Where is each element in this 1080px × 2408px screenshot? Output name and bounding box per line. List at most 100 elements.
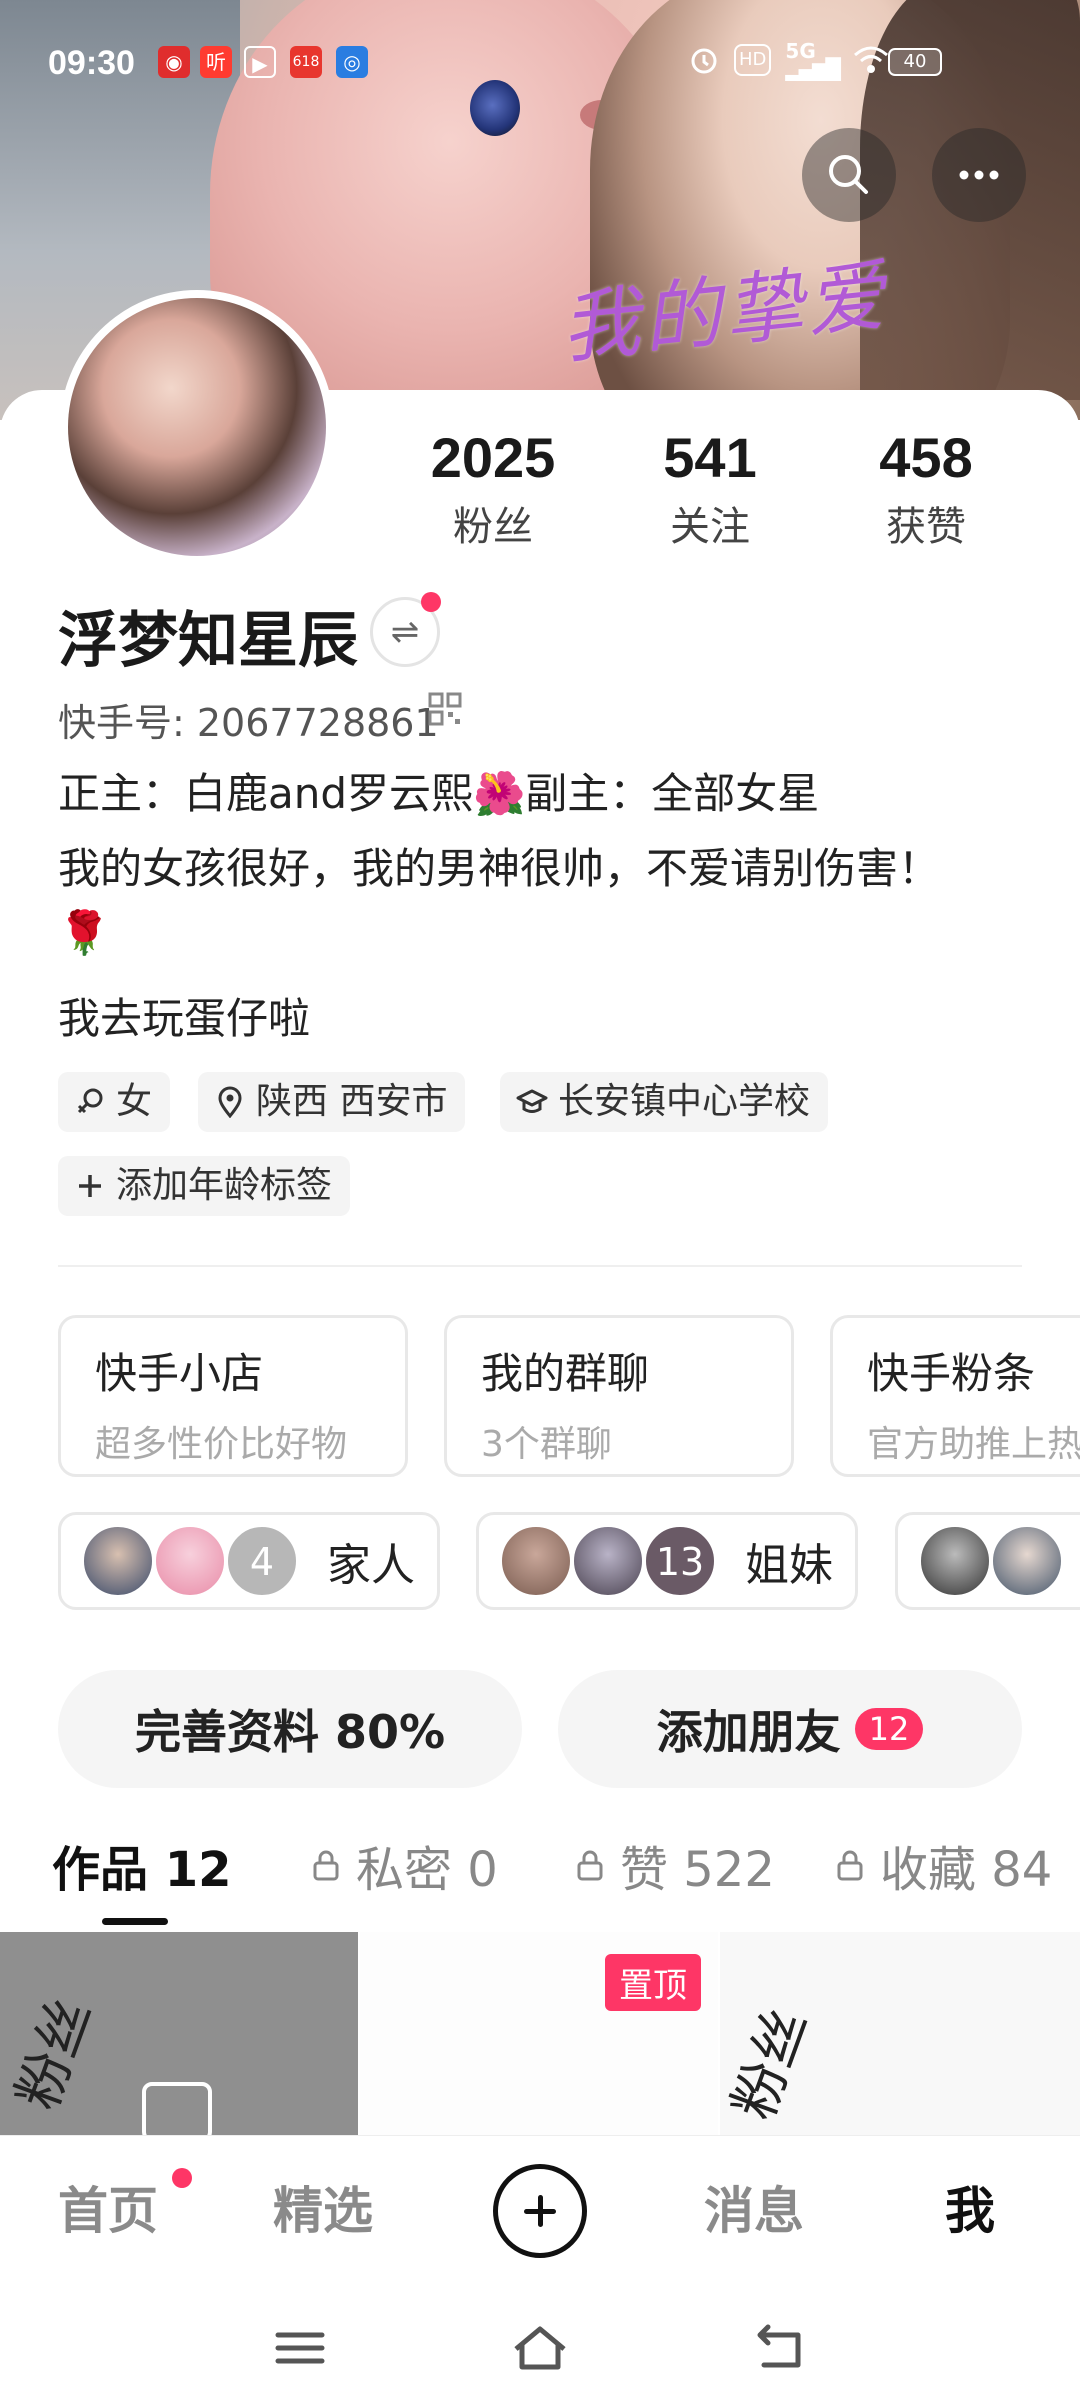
lock-icon bbox=[837, 1850, 863, 1881]
switch-notification-dot bbox=[421, 592, 441, 612]
tag-location[interactable]: 陕西 西安市 bbox=[198, 1072, 466, 1132]
tag-gender[interactable]: 女 bbox=[58, 1072, 171, 1132]
add-age-tag-label: 添加年龄标签 bbox=[116, 1165, 333, 1206]
add-friend-badge: 12 bbox=[854, 1708, 924, 1750]
member-avatar bbox=[990, 1524, 1064, 1598]
plus-icon bbox=[79, 1175, 101, 1197]
thumbnail-text: 粉丝 bbox=[721, 2000, 821, 2128]
tab-liked[interactable]: 赞 522 bbox=[572, 1830, 775, 1900]
more-options-button[interactable] bbox=[932, 128, 1026, 222]
member-avatar bbox=[499, 1524, 573, 1598]
member-avatar bbox=[81, 1524, 155, 1598]
tab-works-label: 作品 12 bbox=[52, 1842, 232, 1898]
member-avatar bbox=[571, 1524, 645, 1598]
switch-icon: ⇌ bbox=[390, 612, 420, 652]
menu-icon[interactable] bbox=[270, 2323, 330, 2373]
group-sisters[interactable]: 13 姐妹 bbox=[476, 1512, 858, 1610]
female-icon bbox=[77, 1088, 103, 1114]
section-divider bbox=[58, 1265, 1022, 1267]
lock-icon bbox=[313, 1850, 339, 1881]
home-icon[interactable] bbox=[510, 2323, 570, 2373]
kuaishou-id[interactable]: 快手号: 2067728861 bbox=[58, 692, 439, 747]
search-button[interactable] bbox=[802, 128, 896, 222]
lock-icon bbox=[577, 1850, 603, 1881]
stat-followers[interactable]: 2025 粉丝 bbox=[393, 425, 593, 552]
video-thumbnail[interactable]: 粉丝 bbox=[0, 1932, 358, 2137]
more-icon bbox=[959, 170, 999, 180]
feature-card-title: 我的群聊 bbox=[481, 1349, 650, 1398]
feature-card-subtitle: 官方助推上热 bbox=[867, 1424, 1080, 1465]
school-icon bbox=[516, 1089, 548, 1113]
content-tabs: 作品 12 私密 0 赞 522 收藏 84 bbox=[0, 1830, 1080, 1930]
feature-card-subtitle: 超多性价比好物 bbox=[95, 1424, 348, 1465]
notification-shop-icon: 618 bbox=[290, 46, 322, 78]
member-avatar bbox=[918, 1524, 992, 1598]
system-navigation-bar bbox=[0, 2285, 1080, 2408]
tab-private[interactable]: 私密 0 bbox=[308, 1830, 498, 1900]
tag-gender-label: 女 bbox=[116, 1081, 153, 1122]
feature-card-promotion[interactable]: 快手粉条 官方助推上热 bbox=[830, 1315, 1080, 1477]
tab-favorites-label: 收藏 84 bbox=[880, 1842, 1053, 1898]
status-right-icons: HD 5G ▂▄▆█ bbox=[688, 39, 889, 81]
bio-line: 🌹 bbox=[58, 908, 111, 957]
add-age-tag-button[interactable]: 添加年龄标签 bbox=[58, 1156, 351, 1216]
tag-location-label: 陕西 西安市 bbox=[256, 1081, 448, 1122]
stat-likes-label: 获赞 bbox=[886, 504, 966, 550]
stat-following[interactable]: 541 关注 bbox=[610, 425, 810, 552]
group-name: 姐妹 bbox=[745, 1540, 833, 1591]
feature-card-shop[interactable]: 快手小店 超多性价比好物 bbox=[58, 1315, 408, 1477]
notification-app-icon: ◉ bbox=[158, 46, 190, 78]
qr-code-icon[interactable] bbox=[428, 692, 462, 726]
bio-line: 我的女孩很好，我的男神很帅，不爱请别伤害！ bbox=[58, 844, 941, 893]
complete-profile-button[interactable]: 完善资料 80% bbox=[58, 1670, 522, 1788]
nav-messages[interactable]: 消息 bbox=[704, 2171, 804, 2243]
location-icon bbox=[218, 1086, 242, 1118]
stat-followers-label: 粉丝 bbox=[453, 504, 533, 550]
tab-liked-label: 赞 522 bbox=[620, 1842, 775, 1898]
stat-likes-value: 458 bbox=[879, 426, 973, 489]
thumbnail-text: 粉丝 bbox=[5, 1990, 105, 2118]
signal-5g-icon: 5G ▂▄▆█ bbox=[785, 39, 841, 81]
works-grid: 粉丝 粉丝 置顶 bbox=[0, 1932, 1080, 2137]
feature-card-title: 快手粉条 bbox=[867, 1349, 1036, 1398]
group-family[interactable]: 4 家人 bbox=[58, 1512, 440, 1610]
battery-icon: 40 bbox=[888, 48, 942, 76]
feature-card-subtitle: 3个群聊 bbox=[481, 1424, 612, 1465]
bottom-navigation: 首页 精选 消息 我 bbox=[0, 2135, 1080, 2285]
video-thumbnail[interactable]: 粉丝 bbox=[720, 1932, 1080, 2137]
wifi-icon bbox=[853, 46, 888, 73]
group-more[interactable] bbox=[895, 1512, 1080, 1610]
tag-school[interactable]: 长安镇中心学校 bbox=[500, 1072, 829, 1132]
complete-profile-label: 完善资料 80% bbox=[134, 1705, 446, 1759]
stat-following-label: 关注 bbox=[670, 504, 750, 550]
member-count: 13 bbox=[643, 1524, 717, 1598]
notification-play-icon: ▶ bbox=[244, 46, 276, 78]
alarm-icon bbox=[691, 48, 717, 74]
active-tab-indicator bbox=[102, 1918, 168, 1925]
nav-me[interactable]: 我 bbox=[945, 2171, 995, 2243]
member-avatar bbox=[153, 1524, 227, 1598]
tab-favorites[interactable]: 收藏 84 bbox=[832, 1830, 1080, 1900]
stat-likes[interactable]: 458 获赞 bbox=[826, 425, 1026, 552]
nickname: 浮梦知星辰 bbox=[58, 606, 358, 676]
status-bar: 09:30 ◉ 听 ▶ 618 ◎ HD 5G ▂▄▆█ 40 bbox=[0, 0, 1080, 90]
avatar[interactable] bbox=[60, 290, 334, 564]
search-icon bbox=[829, 155, 868, 194]
add-friend-label: 添加朋友 bbox=[656, 1705, 841, 1759]
nav-home[interactable]: 首页 bbox=[58, 2171, 158, 2243]
pinned-badge: 置顶 bbox=[605, 1954, 701, 2011]
nav-featured[interactable]: 精选 bbox=[273, 2171, 373, 2243]
feature-card-group-chat[interactable]: 我的群聊 3个群聊 bbox=[444, 1315, 794, 1477]
add-friend-button[interactable]: 添加朋友 12 bbox=[558, 1670, 1022, 1788]
hd-icon: HD bbox=[734, 44, 772, 76]
member-count: 4 bbox=[225, 1524, 299, 1598]
stat-followers-value: 2025 bbox=[430, 426, 556, 489]
feature-card-title: 快手小店 bbox=[95, 1349, 264, 1398]
back-icon[interactable] bbox=[750, 2323, 810, 2373]
tab-private-label: 私密 0 bbox=[356, 1842, 498, 1898]
draft-icon bbox=[142, 2082, 212, 2137]
create-button[interactable] bbox=[493, 2164, 587, 2258]
tab-works[interactable]: 作品 12 bbox=[52, 1830, 232, 1900]
status-time: 09:30 bbox=[48, 44, 135, 82]
bio-line: 我去玩蛋仔啦 bbox=[58, 994, 311, 1043]
